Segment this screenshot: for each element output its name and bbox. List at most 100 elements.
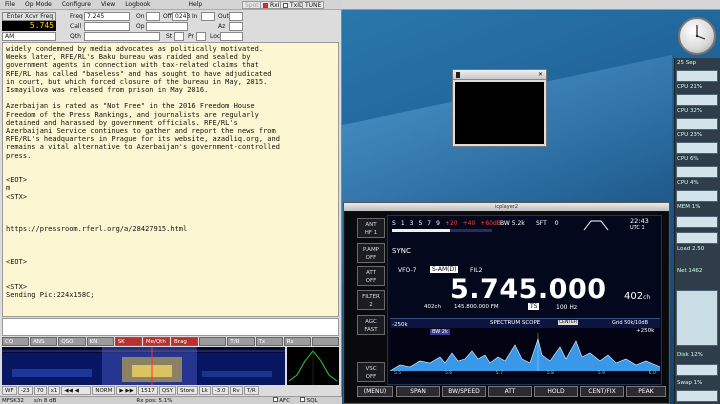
waterfall-controls: WF -23 70 x1 ◀◀ ◀ NORM ▶ ▶▶ 1517 QSY Sto… <box>2 386 339 395</box>
macro-blank-2[interactable] <box>311 337 340 346</box>
dial-frequency-display[interactable]: 5.745 <box>2 21 56 31</box>
freq-field[interactable]: 7.245 <box>84 12 130 21</box>
off-field[interactable]: 0243 <box>172 12 190 21</box>
signal-scope <box>287 347 339 385</box>
tune-button[interactable]: TUNE <box>302 1 325 9</box>
sidebar-meter <box>676 390 718 402</box>
sidebar-meter <box>676 232 718 244</box>
macro-ans[interactable]: ANS <box>30 337 58 346</box>
att-key[interactable]: ATT <box>488 386 532 397</box>
lock-button[interactable]: Lk <box>198 386 211 395</box>
spectrum-scope[interactable]: SPECTRUM SCOPE CENTER Grid 50k/10dB -250… <box>390 318 660 378</box>
loc-field[interactable] <box>220 32 243 41</box>
menu-help[interactable]: Help <box>184 1 208 8</box>
menu-logbook[interactable]: Logbook <box>120 1 155 8</box>
spectrum-graphic <box>390 333 660 371</box>
menu-file[interactable]: File <box>0 1 20 8</box>
call-field[interactable] <box>84 22 130 31</box>
filter-button[interactable]: FILTER 2 <box>357 290 385 310</box>
status-mode[interactable]: MFSK32 <box>2 398 24 404</box>
sidebar-date: 25 Sep <box>677 60 697 66</box>
reverse-button[interactable]: Rv <box>229 386 243 395</box>
mode-select[interactable]: AM <box>2 32 56 41</box>
agc-button[interactable]: AGC FAST <box>357 315 385 335</box>
ref-level-field[interactable]: -23 <box>17 386 33 395</box>
waterfall-display[interactable] <box>2 347 285 385</box>
status-afc[interactable]: AFC <box>272 397 290 404</box>
macro-sk[interactable]: SK <box>114 337 142 346</box>
s-scale-5: 5 <box>418 220 423 227</box>
scroll-left-button[interactable]: ◀◀ ◀ <box>61 386 92 395</box>
cursor-freq-field[interactable]: 1517 <box>137 386 158 395</box>
span-key[interactable]: SPAN <box>396 386 440 397</box>
speed-button[interactable]: NORM <box>92 386 116 395</box>
utc-value: 1 <box>641 225 645 231</box>
out-field[interactable] <box>229 12 243 21</box>
on-field[interactable] <box>146 12 160 21</box>
macro-kn[interactable]: KN <box>86 337 114 346</box>
macro-me-qth[interactable]: Me/Qth <box>142 337 171 346</box>
hold-key[interactable]: HOLD <box>534 386 578 397</box>
sidebar-item-value: 23% <box>689 132 703 138</box>
qth-label: Qth <box>70 33 81 40</box>
qth-field[interactable] <box>84 32 160 41</box>
sidebar-item-label: CPU <box>677 108 689 114</box>
clock-time: 22:43 <box>630 217 649 225</box>
bw-speed-key[interactable]: BW/SPEED <box>442 386 486 397</box>
window-icon <box>456 72 460 78</box>
sidebar-item-cpu-1: CPU 21% <box>677 84 702 90</box>
in-field[interactable] <box>201 12 215 21</box>
scroll-right-button[interactable]: ▶ ▶▶ <box>116 386 137 395</box>
wf-mode-button[interactable]: WF <box>2 386 17 395</box>
cent-fix-key[interactable]: CENT/FIX <box>580 386 624 397</box>
squelch-field[interactable]: -3.0 <box>211 386 229 395</box>
macro-qso[interactable]: QSO <box>58 337 86 346</box>
macro-cq[interactable]: CQ <box>2 337 30 346</box>
ant-button[interactable]: ANT HF 1 <box>357 218 385 238</box>
st-field[interactable] <box>174 32 184 41</box>
status-sql[interactable]: SQL <box>300 397 318 404</box>
scale-6-0: 6.0 <box>648 371 656 376</box>
filter-label: FILTER <box>362 294 380 300</box>
main-frequency-display: 5.745.000 <box>450 274 607 305</box>
qsy-button[interactable]: QSY <box>158 386 176 395</box>
pr-label: Pr <box>188 33 194 40</box>
att-side-button[interactable]: ATT OFF <box>357 266 385 286</box>
video-window-title[interactable]: icplayer2 <box>344 203 669 211</box>
tune-label: TUNE <box>305 1 322 9</box>
s-meter-bar <box>392 229 492 232</box>
sidebar-item-label: Swap <box>677 380 692 386</box>
close-icon[interactable]: ✕ <box>538 71 543 78</box>
zoom-button[interactable]: x1 <box>47 386 61 395</box>
sidebar-meter <box>676 166 718 178</box>
loc-label: Loc <box>210 33 221 40</box>
tr-button[interactable]: T/R <box>243 386 259 395</box>
macro-brag[interactable]: Brag <box>171 337 199 346</box>
peak-key[interactable]: PEAK <box>626 386 666 397</box>
sidebar-meter <box>676 364 718 376</box>
op-field[interactable] <box>146 22 188 31</box>
menu-op-mode[interactable]: Op Mode <box>20 1 57 8</box>
vsc-button[interactable]: VSC OFF <box>357 362 385 382</box>
menu-key[interactable]: (MENU) <box>357 386 393 397</box>
sft-indicator: SFT 0 <box>536 220 559 227</box>
sidebar-item-mem: MEM 1% <box>677 204 700 210</box>
sidebar-meter <box>676 70 718 82</box>
store-button[interactable]: Store <box>177 386 198 395</box>
receive-text-panel[interactable]: widely condemned by media advocates as p… <box>2 42 339 317</box>
enter-xcvr-freq-button[interactable]: Enter Xcvr Freq <box>2 12 56 21</box>
pr-field[interactable] <box>196 32 206 41</box>
macro-blank-1[interactable] <box>199 337 227 346</box>
image-window-titlebar[interactable]: ✕ <box>453 70 546 80</box>
macro-rx[interactable]: Rx <box>283 337 311 346</box>
transmit-text-panel[interactable] <box>2 318 339 336</box>
menu-configure[interactable]: Configure <box>57 1 96 8</box>
range-field[interactable]: 70 <box>33 386 47 395</box>
s-scale-plus20: +20 <box>444 220 458 227</box>
macro-tx[interactable]: Tx <box>255 337 283 346</box>
menu-view[interactable]: View <box>96 1 120 8</box>
az-field[interactable] <box>229 22 243 31</box>
macro-tr[interactable]: T/R <box>227 337 255 346</box>
spot-toggle[interactable]: Spot <box>242 1 262 9</box>
pamp-button[interactable]: P.AMP OFF <box>357 243 385 263</box>
